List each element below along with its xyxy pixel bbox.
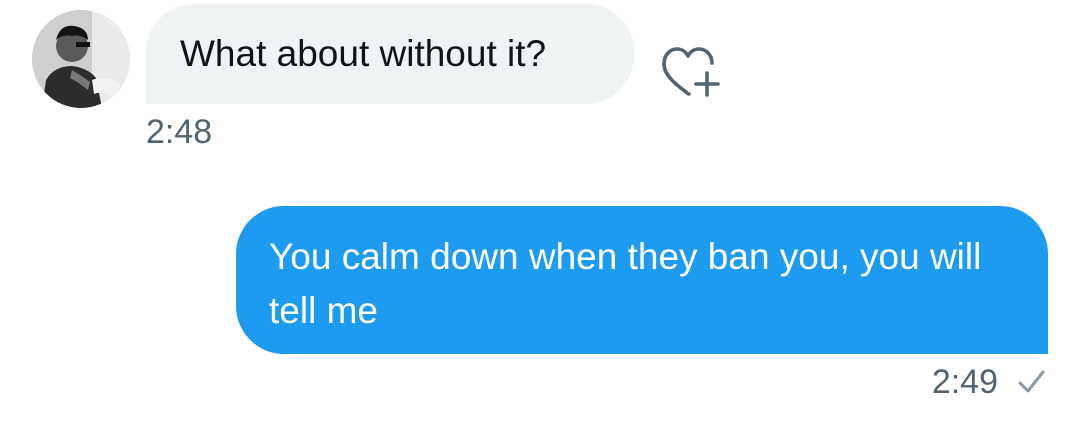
checkmark-icon [1018, 370, 1045, 393]
conversation: What about without it? 2:48 You calm dow… [0, 0, 1080, 434]
outgoing-message-time: 2:49 [931, 363, 998, 401]
outgoing-message-meta: 2:49 [932, 362, 1046, 402]
heart-plus-icon [662, 47, 720, 97]
incoming-message-bubble[interactable]: What about without it? [146, 4, 634, 104]
user-avatar[interactable] [32, 10, 130, 108]
avatar-image [32, 10, 130, 108]
incoming-message-time: 2:48 [146, 113, 213, 151]
outgoing-message-text: You calm down when they ban you, you wil… [269, 236, 982, 331]
incoming-message-text: What about without it? [180, 33, 547, 74]
outgoing-message-bubble[interactable]: You calm down when they ban you, you wil… [236, 206, 1048, 354]
add-reaction-button[interactable] [656, 40, 722, 102]
